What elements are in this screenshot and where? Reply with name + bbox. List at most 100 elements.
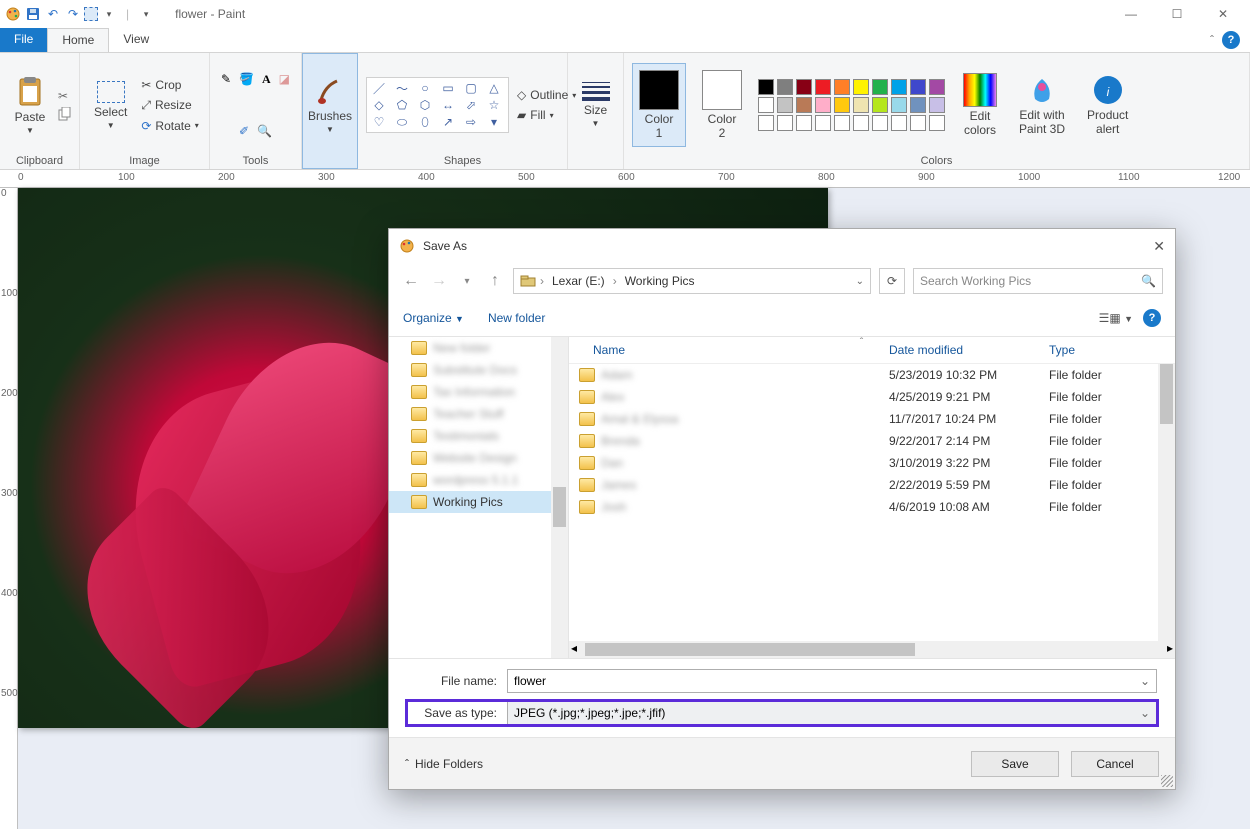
color-swatch[interactable] [758, 79, 774, 95]
color-swatch[interactable] [891, 115, 907, 131]
crop-button[interactable]: ✂Crop [139, 77, 200, 93]
savetype-dropdown[interactable]: JPEG (*.jpg;*.jpeg;*.jpe;*.jfif)⌄ [507, 701, 1157, 725]
tree-item[interactable]: Tax Information [389, 381, 568, 403]
redo-icon[interactable]: ↷ [64, 5, 82, 23]
tree-item[interactable]: Working Pics [389, 491, 568, 513]
color-swatch[interactable] [796, 115, 812, 131]
color-swatch[interactable] [853, 115, 869, 131]
cancel-button[interactable]: Cancel [1071, 751, 1159, 777]
paint3d-button[interactable]: Edit with Paint 3D [1013, 70, 1071, 140]
color-swatch[interactable] [758, 97, 774, 113]
file-row[interactable]: Amal & Elyssa11/7/2017 10:24 PMFile fold… [569, 408, 1175, 430]
breadcrumb[interactable]: Lexar (E:) [548, 274, 609, 288]
copy-icon[interactable] [58, 107, 72, 121]
dialog-help-icon[interactable]: ? [1143, 309, 1161, 327]
nav-forward-icon[interactable]: → [429, 272, 449, 290]
color-swatch[interactable] [891, 97, 907, 113]
tab-view[interactable]: View [109, 28, 163, 52]
color-swatch[interactable] [910, 79, 926, 95]
edit-colors-button[interactable]: Edit colors [957, 69, 1003, 141]
file-row[interactable]: Brenda9/22/2017 2:14 PMFile folder [569, 430, 1175, 452]
hscrollbar[interactable]: ◂▸ [569, 641, 1175, 658]
tree-item[interactable]: Website Design [389, 447, 568, 469]
addr-dropdown-icon[interactable]: ⌄ [856, 276, 864, 287]
tab-home[interactable]: Home [47, 28, 109, 52]
new-folder-button[interactable]: New folder [488, 311, 545, 325]
color-swatch[interactable] [872, 115, 888, 131]
tree-item[interactable]: wordpress 5.1.1 [389, 469, 568, 491]
file-row[interactable]: Alex4/25/2019 9:21 PMFile folder [569, 386, 1175, 408]
tree-item[interactable]: New folder [389, 337, 568, 359]
filename-input[interactable]: flower⌄ [507, 669, 1157, 693]
folder-tree[interactable]: New folderSubstitute DocsTax Information… [389, 337, 569, 658]
color-swatch[interactable] [815, 115, 831, 131]
nav-back-icon[interactable]: ← [401, 272, 421, 290]
save-button[interactable]: Save [971, 751, 1059, 777]
undo-icon[interactable]: ↶ [44, 5, 62, 23]
color-swatch[interactable] [777, 97, 793, 113]
nav-recent-icon[interactable]: ▾ [457, 276, 477, 287]
rotate-button[interactable]: ⟳Rotate ▾ [139, 118, 200, 134]
hide-folders-button[interactable]: ˆHide Folders [405, 757, 483, 771]
color-swatch[interactable] [758, 115, 774, 131]
magnifier-icon[interactable]: 🔍 [257, 124, 272, 138]
paste-button[interactable]: Paste▼ [8, 72, 52, 139]
breadcrumb[interactable]: Working Pics [621, 274, 699, 288]
file-row[interactable]: Dan3/10/2019 3:22 PMFile folder [569, 452, 1175, 474]
chevron-down-icon[interactable]: ⌄ [1140, 706, 1150, 720]
maximize-button[interactable]: ☐ [1154, 0, 1200, 28]
color-palette[interactable] [758, 79, 947, 131]
color-swatch[interactable] [872, 79, 888, 95]
save-icon[interactable] [24, 5, 42, 23]
color-swatch[interactable] [872, 97, 888, 113]
resize-grip[interactable] [1161, 775, 1173, 787]
file-row[interactable]: James2/22/2019 5:59 PMFile folder [569, 474, 1175, 496]
col-name[interactable]: Name [579, 343, 889, 357]
minimize-button[interactable]: — [1108, 0, 1154, 28]
view-options-icon[interactable]: ☰▦ ▼ [1099, 311, 1133, 325]
col-type[interactable]: Type [1049, 343, 1165, 357]
col-date[interactable]: Date modified [889, 343, 1049, 357]
color-swatch[interactable] [834, 115, 850, 131]
color-swatch[interactable] [910, 115, 926, 131]
picker-icon[interactable]: ✐ [239, 124, 249, 138]
dialog-close-button[interactable]: ✕ [1153, 238, 1165, 255]
color-swatch[interactable] [777, 79, 793, 95]
qat-select-icon[interactable] [84, 7, 98, 21]
color-swatch[interactable] [834, 79, 850, 95]
size-button[interactable]: Size▼ [576, 78, 616, 132]
file-row[interactable]: Josh4/6/2019 10:08 AMFile folder [569, 496, 1175, 518]
tree-item[interactable]: Substitute Docs [389, 359, 568, 381]
fill-icon[interactable]: 🪣 [239, 72, 254, 86]
text-icon[interactable]: A [262, 72, 271, 87]
eraser-icon[interactable]: ◪ [279, 72, 290, 86]
color-swatch[interactable] [796, 79, 812, 95]
product-alert-button[interactable]: i Product alert [1081, 70, 1134, 140]
color-swatch[interactable] [929, 97, 945, 113]
address-bar[interactable]: › Lexar (E:) › Working Pics ⌄ [513, 268, 871, 294]
color-swatch[interactable] [815, 79, 831, 95]
color-swatch[interactable] [853, 97, 869, 113]
color-swatch[interactable] [910, 97, 926, 113]
color-swatch[interactable] [853, 79, 869, 95]
resize-button[interactable]: ⤢Resize [139, 97, 200, 114]
organize-button[interactable]: Organize ▼ [403, 311, 464, 325]
qat-dropdown-icon[interactable]: ▾ [100, 5, 118, 23]
ribbon-collapse-icon[interactable]: ˆ [1210, 33, 1214, 47]
color-swatch[interactable] [796, 97, 812, 113]
color1-button[interactable]: Color 1 [632, 63, 686, 147]
color-swatch[interactable] [777, 115, 793, 131]
nav-up-icon[interactable]: ↑ [485, 272, 505, 290]
brushes-button[interactable]: Brushes▼ [302, 71, 358, 138]
color2-button[interactable]: Color 2 [696, 66, 748, 144]
help-icon[interactable]: ? [1222, 31, 1240, 49]
color-swatch[interactable] [891, 79, 907, 95]
color-swatch[interactable] [929, 79, 945, 95]
pencil-icon[interactable]: ✎ [221, 72, 231, 86]
select-button[interactable]: Select▼ [88, 77, 133, 134]
color-swatch[interactable] [815, 97, 831, 113]
refresh-button[interactable]: ⟳ [879, 268, 905, 294]
search-input[interactable]: Search Working Pics 🔍 [913, 268, 1163, 294]
color-swatch[interactable] [834, 97, 850, 113]
chevron-down-icon[interactable]: ⌄ [1140, 674, 1150, 688]
